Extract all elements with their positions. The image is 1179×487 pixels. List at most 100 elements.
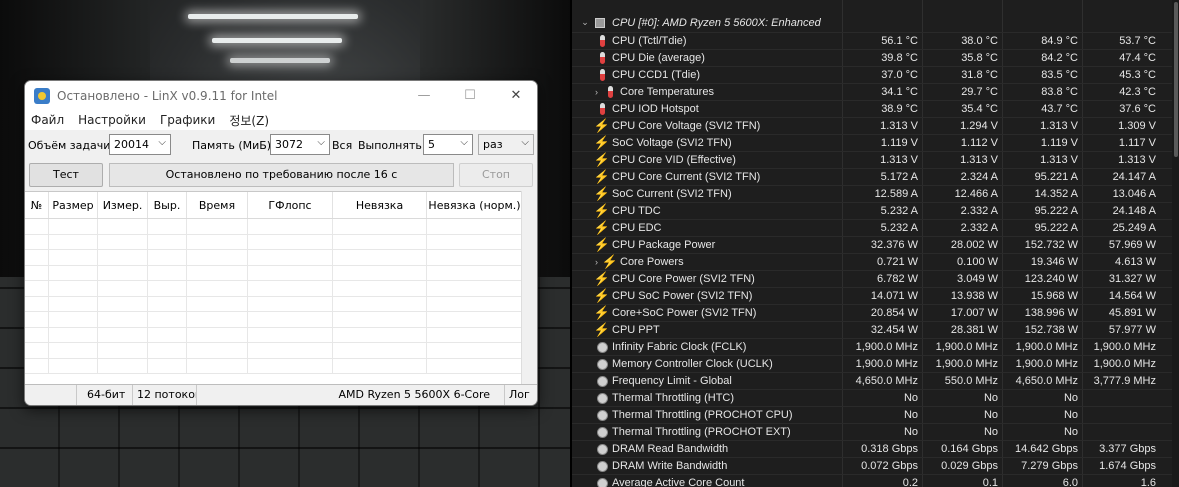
sensor-value-cur: 38.9 °C [842,100,922,118]
table-row[interactable] [25,281,523,297]
sensor-value-avg: 57.977 W [1082,321,1160,339]
sensor-row[interactable]: Memory Controller Clock (UCLK) 1,900.0 MH… [572,355,1172,373]
menu-info[interactable]: 정보(Z) [229,112,269,129]
sensor-name: CPU Core Current (SVI2 TFN) [612,171,761,183]
table-row[interactable] [25,219,523,235]
table-cell [25,312,49,327]
sensor-value-avg: 1.117 V [1082,134,1160,152]
table-row[interactable] [25,358,523,374]
all-memory-label[interactable]: Вся [332,139,352,152]
memory-combo[interactable]: 3072 ⌵ [270,134,330,155]
run-unit-combo[interactable]: раз ⌵ [478,134,534,155]
col-time[interactable]: Время [187,192,248,218]
menu-settings[interactable]: Настройки [78,113,146,127]
sensor-row[interactable]: CPU IOD Hotspot 38.9 °C 35.4 °C 43.7 °C 37.6… [572,100,1172,118]
sensor-row[interactable]: ⚡ CPU EDC 5.232 A 2.332 A 95.222 A 25.249 A [572,219,1172,237]
sensor-row[interactable]: ⚡ CPU Package Power 32.376 W 28.002 W 152.73… [572,236,1172,254]
sensor-row[interactable]: ⚡ SoC Voltage (SVI2 TFN) 1.119 V 1.112 V 1.1… [572,134,1172,152]
sensor-value-avg: 45.891 W [1082,304,1160,322]
sensor-row[interactable]: Frequency Limit - Global 4,650.0 MHz 550.0… [572,372,1172,390]
table-row[interactable] [25,296,523,312]
sensor-row[interactable]: ⚡ SoC Current (SVI2 TFN) 12.589 A 12.466 A1… [572,185,1172,203]
menu-file[interactable]: Файл [31,113,64,127]
table-row[interactable] [25,343,523,359]
table-row[interactable] [25,234,523,250]
bolt-icon: ⚡ [593,220,611,235]
status-log[interactable]: Лог [505,385,537,405]
table-row[interactable] [25,327,523,343]
col-residual[interactable]: Невязка [333,192,427,218]
col-measure[interactable]: Измер. [98,192,148,218]
table-cell [98,281,148,296]
sensor-row[interactable]: Thermal Throttling (PROCHOT EXT) No No No [572,423,1172,441]
col-number[interactable]: № [25,192,49,218]
sensor-row[interactable]: ⚡ Core+SoC Power (SVI2 TFN) 20.854 W 17.007… [572,304,1172,322]
col-residual-norm[interactable]: Невязка (норм.) [427,192,523,218]
sensor-value-cur: 34.1 °C [842,83,922,101]
results-table[interactable]: № Размер Измер. Выр. Время ГФлопс Невязк… [25,191,523,385]
linx-app-icon [34,87,50,104]
table-header: № Размер Измер. Выр. Время ГФлопс Невязк… [25,192,523,219]
table-scrollbar[interactable] [521,191,537,385]
sensor-row[interactable]: CPU (Tctl/Tdie) 56.1 °C 38.0 °C 84.9 °C 53.7… [572,32,1172,50]
maximize-button[interactable]: ☐ [447,81,493,110]
col-gflops[interactable]: ГФлопс [248,192,333,218]
table-row[interactable] [25,312,523,328]
collapse-chevron-icon[interactable]: ⌄ [572,17,592,28]
clock-icon [594,476,610,487]
expand-chevron-icon[interactable]: › [572,87,602,97]
close-button[interactable]: ✕ [493,81,537,110]
table-row[interactable] [25,265,523,281]
sensor-row[interactable]: ⚡ CPU SoC Power (SVI2 TFN) 14.071 W 13.938 … [572,287,1172,305]
sensor-row[interactable]: ⚡ CPU Core Voltage (SVI2 TFN) 1.313 V 1.294… [572,117,1172,135]
table-cell [148,327,187,342]
sensor-row[interactable]: Thermal Throttling (PROCHOT CPU) No No No [572,406,1172,424]
sensor-row[interactable]: Average Active Core Count 0.2 0.1 6.0 1.6 [572,474,1172,487]
sensor-value-min: 2.324 A [922,168,1002,186]
sensor-row[interactable]: DRAM Write Bandwidth 0.072 Gbps 0.029 Gbps… [572,457,1172,475]
sensor-row[interactable]: ⚡ CPU Core Power (SVI2 TFN) 6.782 W 3.049 W… [572,270,1172,288]
sensor-row[interactable]: Infinity Fabric Clock (FCLK) 1,900.0 MHz 1… [572,338,1172,356]
table-cell [427,358,523,373]
expand-chevron-icon[interactable]: › [572,257,602,267]
sensor-value-cur: 1.313 V [842,151,922,169]
sensor-value-min: 28.381 W [922,321,1002,339]
sensor-row[interactable]: ⚡ CPU Core VID (Effective) 1.313 V 1.313 V1… [572,151,1172,169]
sensor-value-avg: 31.327 W [1082,270,1160,288]
title-bar[interactable]: Остановлено - LinX v0.9.11 for Intel — ☐… [25,81,537,110]
sensor-scrollbar[interactable] [1172,0,1179,487]
sensor-group-header[interactable]: ⌄ CPU [#0]: AMD Ryzen 5 5600X: Enhanced [572,14,1179,31]
col-align[interactable]: Выр. [148,192,187,218]
test-button[interactable]: Тест [29,163,103,187]
sensor-value-min: 35.4 °C [922,100,1002,118]
sensor-row[interactable]: CPU CCD1 (Tdie) 37.0 °C 31.8 °C 83.5 °C 45.3… [572,66,1172,84]
minimize-button[interactable]: — [401,81,447,110]
sensor-value-cur: No [842,406,922,424]
run-count-combo[interactable]: 5 ⌵ [423,134,473,155]
sensor-value-avg: 24.147 A [1082,168,1160,186]
stop-button[interactable]: Стоп [459,163,533,187]
sensor-row[interactable]: ⚡ CPU PPT 32.454 W 28.381 W 152.738 W 57.977 … [572,321,1172,339]
sensor-row[interactable]: CPU Die (average) 39.8 °C 35.8 °C 84.2 °C 47… [572,49,1172,67]
sensor-row[interactable]: ⚡ CPU TDC 5.232 A 2.332 A 95.222 A 24.148 A [572,202,1172,220]
table-cell [49,219,98,234]
sensor-value-avg: 4.613 W [1082,253,1160,271]
sensor-row[interactable]: DRAM Read Bandwidth 0.318 Gbps 0.164 Gbps 1… [572,440,1172,458]
sensor-value-max: 1.313 V [1002,151,1082,169]
status-text: Остановлено по требованию после 16 с [109,163,454,187]
menu-graphs[interactable]: Графики [160,113,215,127]
scrollbar-thumb[interactable] [1174,2,1178,157]
table-row[interactable] [25,250,523,266]
run-count-value: 5 [428,138,435,151]
sensor-row[interactable]: › ⚡ Core Powers 0.721 W 0.100 W 19.346 W 4.613… [572,253,1172,271]
sensor-value-max: 14.642 Gbps [1002,440,1082,458]
problem-size-combo[interactable]: 20014 ⌵ [109,134,171,155]
table-cell [187,327,248,342]
col-size[interactable]: Размер [49,192,98,218]
table-cell [148,343,187,358]
table-cell [25,250,49,265]
sensor-row[interactable]: Thermal Throttling (HTC) No No No [572,389,1172,407]
sensor-row[interactable]: ⚡ CPU Core Current (SVI2 TFN) 5.172 A 2.324… [572,168,1172,186]
table-cell [25,358,49,373]
sensor-row[interactable]: › Core Temperatures 34.1 °C 29.7 °C 83.8 °C 4… [572,83,1172,101]
